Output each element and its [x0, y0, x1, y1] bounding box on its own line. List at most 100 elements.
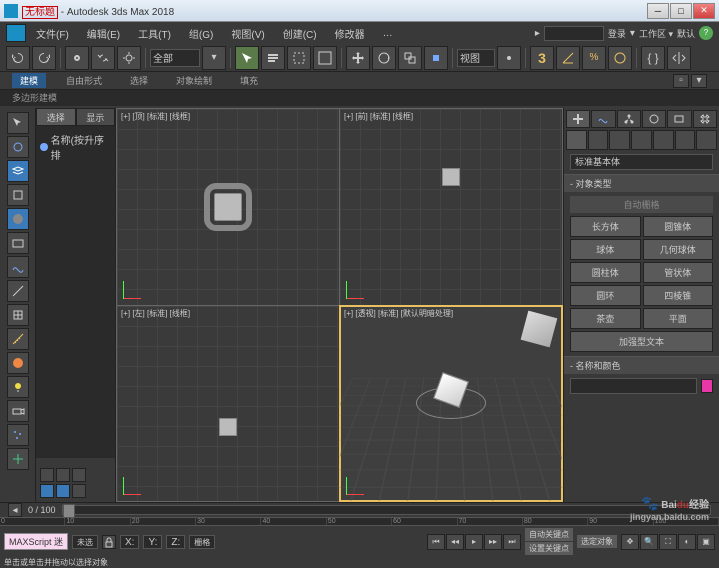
prim-geosphere[interactable]: 几何球体: [643, 239, 714, 260]
mod-cell[interactable]: [72, 468, 86, 482]
ribbon-tab-selection[interactable]: 选择: [122, 73, 156, 88]
sb-particle-icon[interactable]: [7, 424, 29, 446]
mod-cell[interactable]: [72, 484, 86, 498]
sb-layer-icon[interactable]: [7, 160, 29, 182]
utilities-tab[interactable]: [693, 110, 717, 128]
cameras-subtab[interactable]: [631, 130, 652, 150]
ribbon-opt-button[interactable]: ▾: [691, 74, 707, 88]
helpers-subtab[interactable]: [653, 130, 674, 150]
menu-group[interactable]: 组(G): [181, 24, 221, 43]
scene-tree[interactable]: 名称(按升序排: [36, 126, 115, 458]
coord-y[interactable]: Y:: [143, 535, 162, 549]
play-button[interactable]: ▸: [465, 534, 483, 550]
zoom-extents-button[interactable]: ⛶: [659, 534, 677, 550]
viewport-label[interactable]: [+] [顶] [标准] [线框]: [121, 111, 190, 122]
viewport-label[interactable]: [+] [左] [标准] [线框]: [121, 308, 190, 319]
prim-teapot[interactable]: 茶壶: [570, 308, 641, 329]
spacewarps-subtab[interactable]: [675, 130, 696, 150]
time-slider-track[interactable]: [62, 505, 711, 515]
minimize-button[interactable]: ─: [647, 3, 669, 19]
select-object-button[interactable]: [235, 46, 259, 70]
sb-camera-icon[interactable]: [7, 400, 29, 422]
sb-snap-icon[interactable]: [7, 280, 29, 302]
viewcube-icon[interactable]: [521, 310, 558, 347]
rollout-head-objecttype[interactable]: 对象类型: [564, 175, 719, 192]
rollout-head-namecolor[interactable]: 名称和颜色: [564, 357, 719, 374]
selection-filter-button[interactable]: ▾: [202, 46, 226, 70]
prim-textplus[interactable]: 加强型文本: [570, 331, 713, 352]
scene-tab-select[interactable]: 选择: [36, 108, 76, 126]
ribbon-tab-freeform[interactable]: 自由形式: [58, 73, 110, 88]
move-button[interactable]: [346, 46, 370, 70]
sb-grid-icon[interactable]: [7, 304, 29, 326]
lock-selection-icon[interactable]: [102, 535, 116, 549]
lights-subtab[interactable]: [609, 130, 630, 150]
coord-z[interactable]: Z:: [166, 535, 185, 549]
close-button[interactable]: ✕: [693, 3, 715, 19]
mod-cell[interactable]: [40, 468, 54, 482]
help-icon[interactable]: ?: [699, 26, 713, 40]
autogrid-toggle[interactable]: 自动栅格: [570, 196, 713, 213]
menu-modifiers[interactable]: 修改器: [327, 24, 373, 43]
shapes-subtab[interactable]: [588, 130, 609, 150]
signin-label[interactable]: 登录: [608, 27, 626, 40]
named-selset-button[interactable]: { }: [641, 46, 665, 70]
sb-subobject-icon[interactable]: [7, 136, 29, 158]
sb-material-icon[interactable]: [7, 208, 29, 230]
ribbon-tab-populate[interactable]: 填充: [232, 73, 266, 88]
viewport-left[interactable]: [+] [左] [标准] [线框]: [117, 306, 339, 502]
link-button[interactable]: [65, 46, 89, 70]
help-search[interactable]: [544, 26, 604, 41]
orbit-button[interactable]: ◐: [678, 534, 696, 550]
window-crossing-button[interactable]: [313, 46, 337, 70]
prim-plane[interactable]: 平面: [643, 308, 714, 329]
sb-measure-icon[interactable]: [7, 328, 29, 350]
percent-snap-button[interactable]: %: [582, 46, 606, 70]
sb-curve-icon[interactable]: [7, 256, 29, 278]
sb-select-icon[interactable]: [7, 112, 29, 134]
zoom-button[interactable]: 🔍: [640, 534, 658, 550]
timeslider-prev[interactable]: ◂: [8, 503, 22, 517]
pan-button[interactable]: ✥: [621, 534, 639, 550]
time-slider-handle[interactable]: [63, 504, 75, 518]
sb-render-icon[interactable]: [7, 232, 29, 254]
refcoord-dropdown[interactable]: 视图: [457, 49, 495, 67]
menu-file[interactable]: 文件(F): [28, 24, 77, 43]
menu-create[interactable]: 创建(C): [275, 24, 325, 43]
prim-tube[interactable]: 管状体: [643, 262, 714, 283]
category-dropdown[interactable]: 标准基本体: [570, 154, 713, 170]
mod-cell[interactable]: [56, 484, 70, 498]
app-menu-button[interactable]: [6, 24, 26, 42]
display-tab[interactable]: [667, 110, 691, 128]
object-name-input[interactable]: [570, 378, 697, 394]
create-tab[interactable]: [566, 110, 590, 128]
maxscript-listener[interactable]: MAXScript 迷: [4, 533, 68, 550]
unlink-button[interactable]: [91, 46, 115, 70]
hierarchy-tab[interactable]: [617, 110, 641, 128]
snap-toggle-button[interactable]: 3: [530, 46, 554, 70]
viewport-front[interactable]: [+] [前] [标准] [线框]: [340, 109, 562, 305]
motion-tab[interactable]: [642, 110, 666, 128]
sb-helper-icon[interactable]: [7, 448, 29, 470]
sb-light-icon[interactable]: [7, 376, 29, 398]
select-region-button[interactable]: [287, 46, 311, 70]
selection-set-dropdown[interactable]: 全部: [150, 49, 200, 67]
prim-torus[interactable]: 圆环: [570, 285, 641, 306]
prev-frame-button[interactable]: ◂◂: [446, 534, 464, 550]
coord-x[interactable]: X:: [120, 535, 139, 549]
prim-sphere[interactable]: 球体: [570, 239, 641, 260]
menu-tools[interactable]: 工具(T): [130, 24, 179, 43]
workspace-label[interactable]: 工作区 ▾: [639, 27, 673, 40]
modify-tab[interactable]: [591, 110, 615, 128]
select-name-button[interactable]: [261, 46, 285, 70]
viewport-label[interactable]: [+] [透视] [标准] [默认明暗处理]: [344, 308, 453, 319]
sb-schematic-icon[interactable]: [7, 184, 29, 206]
default-label[interactable]: 默认: [677, 27, 695, 40]
pivot-button[interactable]: [497, 46, 521, 70]
ribbon-min-button[interactable]: ▫: [673, 74, 689, 88]
placement-button[interactable]: [424, 46, 448, 70]
sb-color-icon[interactable]: [7, 352, 29, 374]
maximize-button[interactable]: □: [670, 3, 692, 19]
spinner-snap-button[interactable]: [608, 46, 632, 70]
angle-snap-button[interactable]: [556, 46, 580, 70]
